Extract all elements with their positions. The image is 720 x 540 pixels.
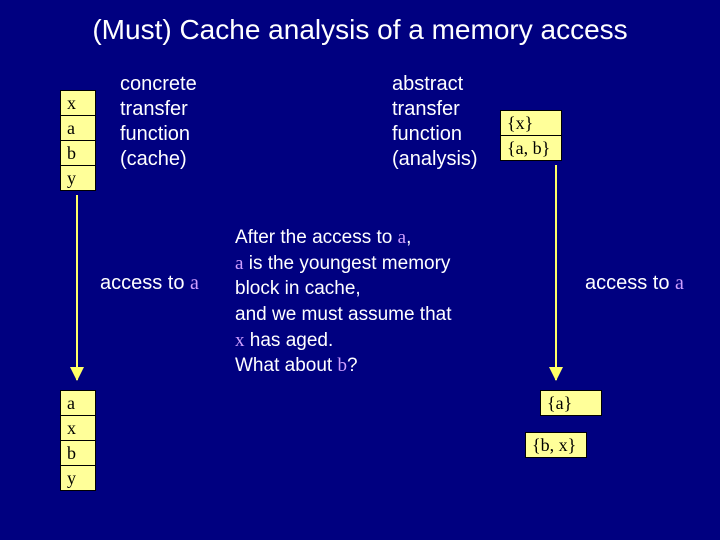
cache-row: y bbox=[61, 166, 95, 190]
t: , bbox=[406, 227, 411, 248]
t: What about bbox=[235, 355, 337, 376]
access-prefix: access to bbox=[100, 272, 190, 294]
access-var: a bbox=[675, 272, 684, 294]
label-line: abstract bbox=[392, 72, 478, 97]
concrete-cache-after: a x b y bbox=[60, 390, 96, 491]
explain-line: x has aged. bbox=[235, 328, 550, 354]
cache-row: a bbox=[61, 116, 95, 141]
label-line: (cache) bbox=[120, 147, 197, 172]
concrete-transfer-label: concrete transfer function (cache) bbox=[120, 72, 197, 172]
label-line: concrete bbox=[120, 72, 197, 97]
label-line: function bbox=[120, 122, 197, 147]
t: has aged. bbox=[245, 330, 334, 351]
label-line: transfer bbox=[120, 97, 197, 122]
explain-line: and we must assume that bbox=[235, 302, 550, 328]
explain-line: What about b? bbox=[235, 353, 550, 379]
arrow-right bbox=[555, 165, 557, 380]
t: After the access to bbox=[235, 227, 398, 248]
abstract-cache-after-2: {b, x} bbox=[525, 432, 587, 458]
abstract-cache-before: {x} {a, b} bbox=[500, 110, 562, 161]
abstract-transfer-label: abstract transfer function (analysis) bbox=[392, 72, 478, 172]
cache-row: {b, x} bbox=[526, 433, 586, 457]
explain-line: a is the youngest memory bbox=[235, 251, 550, 277]
access-label-right: access to a bbox=[585, 272, 684, 295]
label-line: function bbox=[392, 122, 478, 147]
cache-row: b bbox=[61, 441, 95, 466]
var: b bbox=[337, 355, 347, 376]
explanation-text: After the access to a, a is the youngest… bbox=[235, 225, 550, 379]
explain-line: block in cache, bbox=[235, 276, 550, 302]
access-label-left: access to a bbox=[100, 272, 199, 295]
cache-row: x bbox=[61, 416, 95, 441]
t: ? bbox=[347, 355, 358, 376]
concrete-cache-before: x a b y bbox=[60, 90, 96, 191]
cache-row: {x} bbox=[501, 111, 561, 136]
var: a bbox=[398, 227, 406, 248]
cache-row: y bbox=[61, 466, 95, 490]
label-line: transfer bbox=[392, 97, 478, 122]
cache-row: a bbox=[61, 391, 95, 416]
cache-row: x bbox=[61, 91, 95, 116]
access-var: a bbox=[190, 272, 199, 294]
explain-line: After the access to a, bbox=[235, 225, 550, 251]
arrow-left bbox=[76, 195, 78, 380]
abstract-cache-after: {a} bbox=[540, 390, 602, 416]
var: x bbox=[235, 330, 245, 351]
access-prefix: access to bbox=[585, 272, 675, 294]
cache-row: b bbox=[61, 141, 95, 166]
label-line: (analysis) bbox=[392, 147, 478, 172]
cache-row: {a, b} bbox=[501, 136, 561, 160]
slide-title: (Must) Cache analysis of a memory access bbox=[0, 14, 720, 46]
t: is the youngest memory bbox=[243, 253, 450, 274]
cache-row: {a} bbox=[541, 391, 601, 415]
